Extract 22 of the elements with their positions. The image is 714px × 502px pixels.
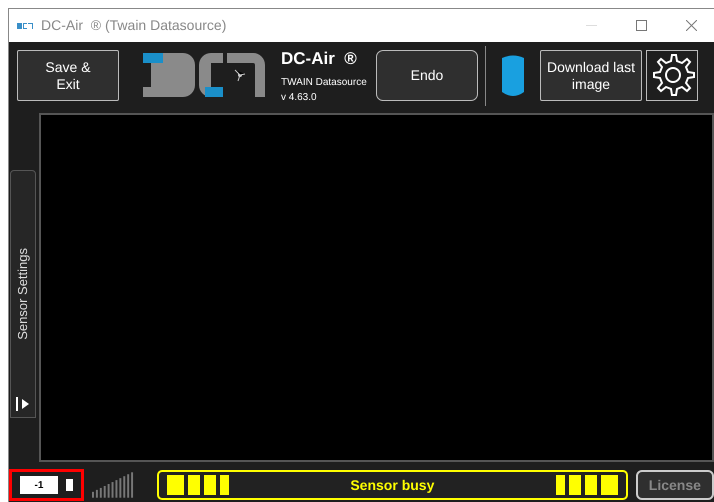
status-text: Sensor busy xyxy=(349,476,436,495)
close-icon[interactable] xyxy=(686,20,696,31)
busy-left-icon xyxy=(167,475,230,495)
product-subtitle: TWAIN Datasource xyxy=(281,76,368,90)
license-button[interactable]: License xyxy=(636,470,714,500)
busy-right-icon xyxy=(556,475,618,495)
sensor-settings-tab[interactable]: Sensor Settings xyxy=(10,170,36,418)
download-button[interactable]: Download last image xyxy=(540,50,642,101)
indicator-icon xyxy=(66,479,73,491)
logo-icon xyxy=(143,53,265,98)
expand-arrow-icon[interactable] xyxy=(16,396,30,410)
version-label: v 4.63.0 xyxy=(281,90,318,105)
window-title: DC-Air ® (Twain Datasource) xyxy=(41,16,226,35)
counter-field[interactable]: -1 xyxy=(20,476,58,494)
endo-button[interactable]: Endo xyxy=(376,50,478,101)
product-name: DC-Air ® xyxy=(281,48,358,70)
maximize-icon[interactable] xyxy=(636,20,646,31)
app-logo-icon xyxy=(17,22,33,30)
signal-bars-icon xyxy=(92,472,136,498)
save-exit-button[interactable]: Save & Exit xyxy=(17,50,119,101)
settings-icon[interactable] xyxy=(646,50,698,101)
sensor-icon xyxy=(502,54,524,96)
